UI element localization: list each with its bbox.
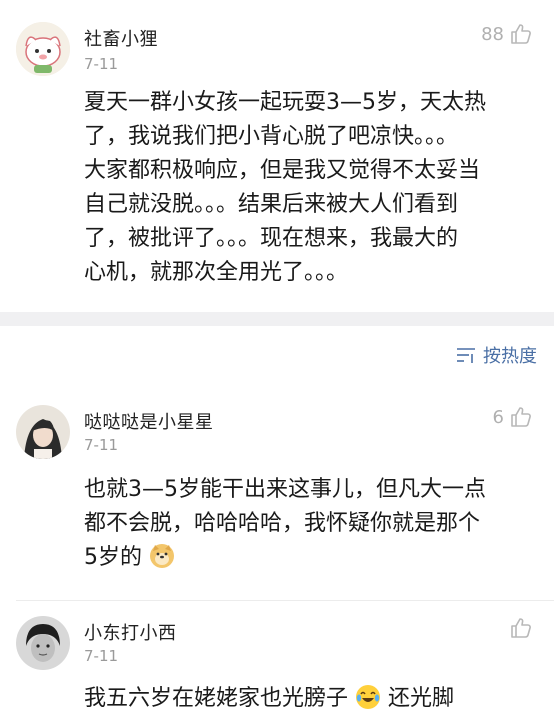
section-divider: [0, 312, 554, 326]
photo-avatar-icon: [16, 616, 70, 670]
like-button[interactable]: 6: [493, 406, 532, 428]
comment-date: 7-11: [84, 436, 119, 454]
like-count: 6: [492, 406, 504, 428]
doge-emoji: [150, 544, 174, 568]
sort-by-hot-button[interactable]: 按热度: [455, 342, 537, 368]
like-button[interactable]: 88: [481, 23, 532, 45]
comment-author[interactable]: 哒哒哒是小星星: [84, 408, 214, 434]
comment-separator: [16, 600, 554, 601]
avatar[interactable]: [16, 616, 70, 670]
laugh-cry-emoji: [356, 685, 381, 709]
thumb-up-icon: [511, 24, 531, 44]
photo-avatar-icon: [16, 405, 70, 459]
comment-author[interactable]: 小东打小西: [84, 619, 177, 645]
like-count: 88: [481, 23, 504, 45]
thumb-up-icon: [511, 618, 531, 638]
comment-date: 7-11: [84, 647, 119, 665]
thumb-up-icon: [511, 407, 531, 427]
sort-lines-icon: [457, 348, 475, 363]
comment-author[interactable]: 社畜小狸: [84, 25, 158, 51]
comment-text: 也就3—5岁能干出来这事儿，但凡大一点 都不会脱，哈哈哈哈，我怀疑你就是那个 5…: [84, 477, 486, 570]
like-button[interactable]: [504, 617, 532, 639]
cartoon-avatar-icon: [16, 22, 70, 76]
sort-label: 按热度: [483, 346, 537, 367]
comment-text: 夏天一群小女孩一起玩耍3—5岁，天太热 了，我说我们把小背心脱了吧凉快。。。 大…: [84, 90, 486, 285]
avatar[interactable]: [16, 22, 70, 76]
comment-date: 7-11: [84, 55, 119, 73]
avatar[interactable]: [16, 405, 70, 459]
comment-text: 我五六岁在姥姥家也光膀子 还光脚: [84, 685, 455, 711]
